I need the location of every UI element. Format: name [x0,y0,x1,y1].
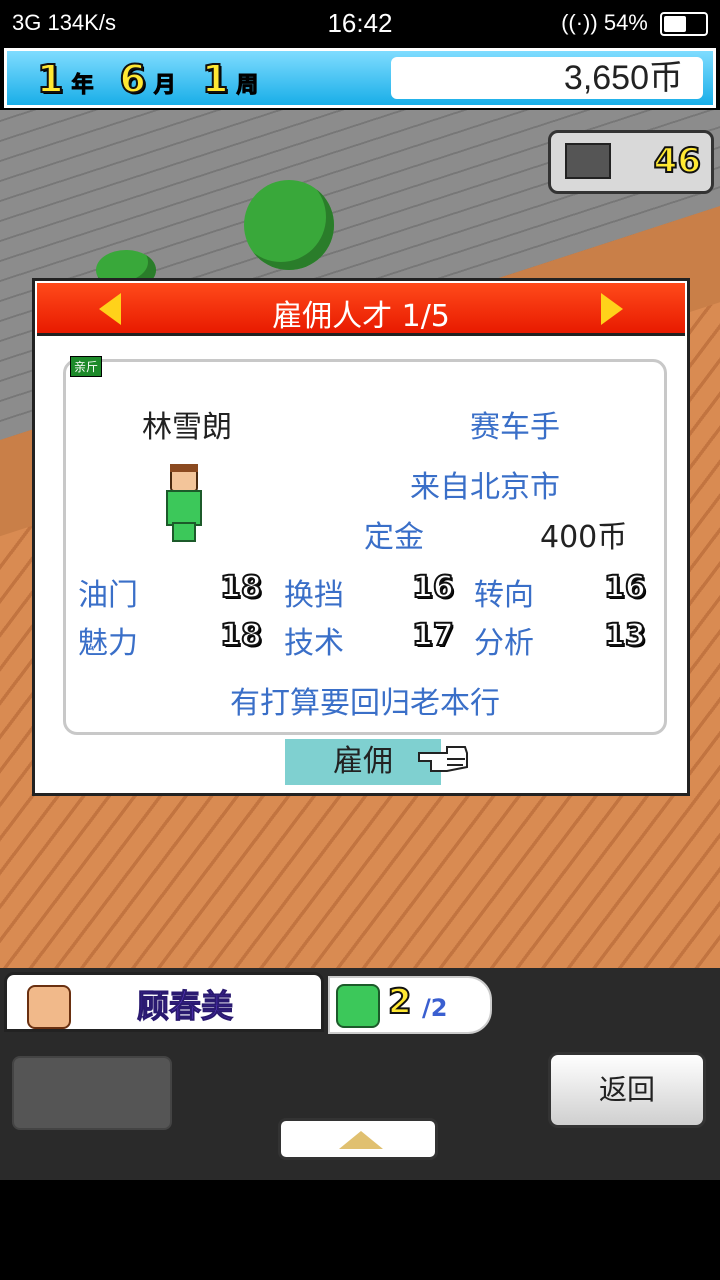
month-unit: 月 [153,73,176,99]
staff-icon [336,984,380,1028]
stat-value-throttle: 18 [219,569,263,606]
manager-avatar [27,985,71,1029]
next-arrow-icon[interactable] [601,293,623,325]
tree-icon [244,180,334,270]
wifi-icon: ((·)) [561,10,598,35]
candidate-note: 有打算要回归老本行 [230,686,500,721]
battery-icon [660,12,708,37]
battery-fill [664,16,686,33]
battery-percent: 54% [603,10,648,35]
back-button[interactable]: 返回 [548,1052,706,1128]
stat-label-analysis: 分析 [474,626,534,661]
stat-label-shift: 换挡 [284,578,344,613]
system-nav-area [0,1180,720,1280]
stat-label-skill: 技术 [284,626,344,661]
staff-total: /2 [422,994,448,1022]
staff-count-tab[interactable]: 2 /2 [328,976,492,1034]
staff-current: 2 [387,981,413,1023]
pointing-hand-icon [418,746,468,772]
status-bar: 3G 134K/s 16:42 ((·)) 54% [0,0,720,46]
stat-value-shift: 16 [411,569,455,606]
empty-slot [12,1056,172,1130]
stat-value-charm: 18 [219,617,263,654]
week-unit: 周 [236,73,259,99]
stat-value-skill: 17 [411,617,455,654]
dialog-title: 雇佣人才 1/5 [272,299,450,334]
manager-tab[interactable]: 顾春美 [4,972,324,1032]
stat-value-analysis: 13 [603,617,647,654]
deposit-label: 定金 [364,520,424,555]
hire-dialog: 雇佣人才 1/5 亲斤 林雪朗 赛车手 来自北京市 定金 400币 油门 18 … [32,278,690,796]
counter-value: 46 [653,140,702,182]
game-date: 1年6月1周 [36,56,284,102]
expand-menu-button[interactable] [278,1118,438,1160]
money-display: 3,650币 [391,57,703,99]
computer-counter[interactable]: 46 [548,130,714,194]
avatar-body [166,490,202,526]
new-badge: 亲斤 [70,356,103,377]
candidate-avatar [162,464,202,542]
candidate-origin: 来自北京市 [410,470,560,505]
manager-name: 顾春美 [136,987,234,1026]
up-arrow-icon [339,1131,383,1149]
battery-area: ((·)) 54% [561,10,708,37]
date-money-bar: 1年6月1周 3,650币 [4,48,716,108]
week-number: 1 [201,56,229,102]
candidate-job: 赛车手 [470,410,560,445]
stat-value-steering: 16 [603,569,647,606]
stat-label-steering: 转向 [474,578,534,613]
deposit-value: 400币 [540,520,628,555]
stat-label-throttle: 油门 [78,578,138,613]
candidate-name: 林雪朗 [142,410,232,445]
dialog-header: 雇佣人才 1/5 [37,283,685,336]
year-number: 1 [36,56,64,102]
stat-label-charm: 魅力 [78,626,138,661]
avatar-headband [170,464,198,472]
avatar-legs [172,522,196,542]
month-number: 6 [118,56,146,102]
computer-icon [565,143,611,179]
candidate-card: 亲斤 林雪朗 赛车手 来自北京市 定金 400币 油门 18 换挡 16 转向 … [63,356,667,735]
year-unit: 年 [71,73,94,99]
